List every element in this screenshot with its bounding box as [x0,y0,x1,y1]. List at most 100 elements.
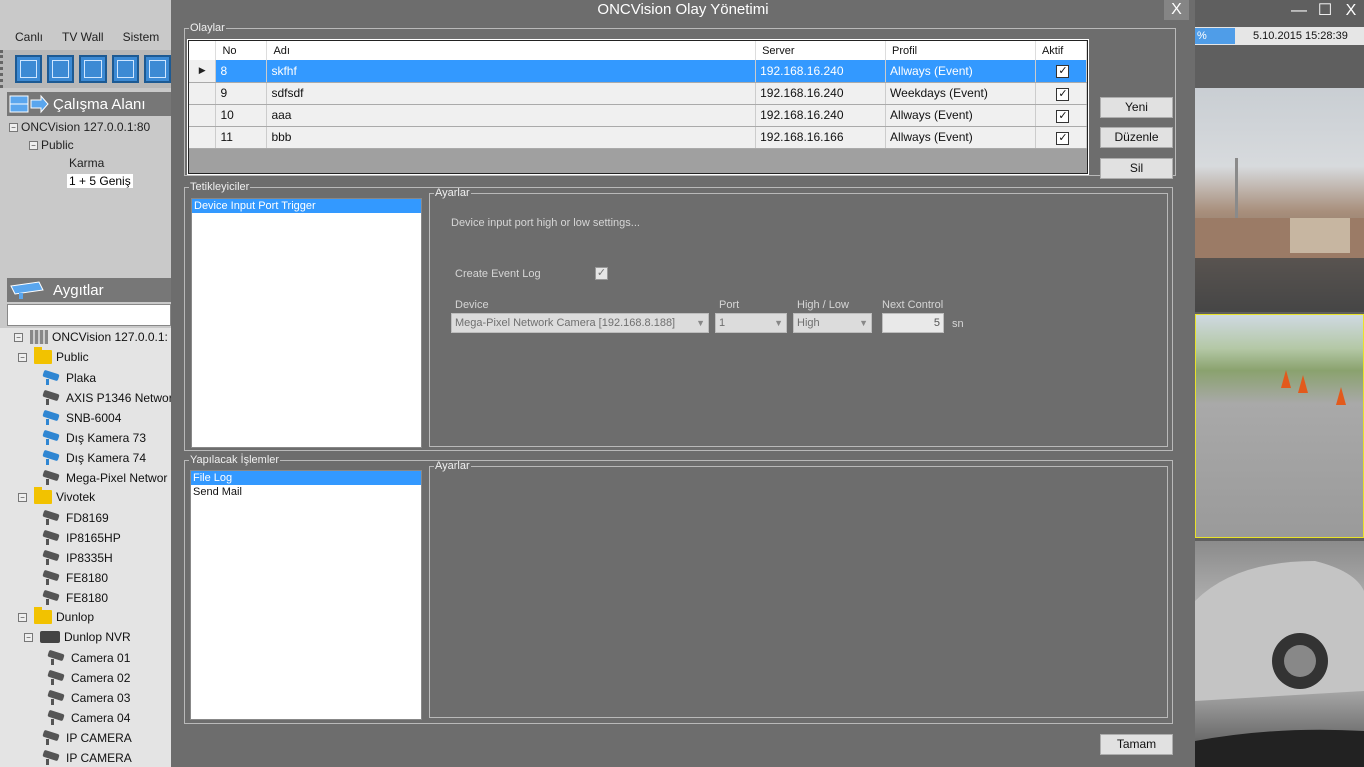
active-checkbox[interactable]: ✓ [1056,65,1070,79]
camera-view-1[interactable] [1195,88,1364,312]
cell-profile: Weekdays (Event) [885,82,1036,105]
tree-item-root[interactable]: − ONCVision 127.0.0.1:80 [9,120,150,134]
device-search-input[interactable] [7,304,171,326]
close-button[interactable]: X [1338,0,1364,24]
tree-item-public[interactable]: − Public [29,138,74,152]
ok-button[interactable]: Tamam [1100,734,1173,755]
tree-item-genis[interactable]: 1 + 5 Geniş [67,174,133,188]
maximize-button[interactable]: ☐ [1312,0,1338,24]
port-select[interactable]: 1 ▼ [715,313,787,333]
cell-name: aaa [266,104,757,127]
device-item[interactable]: FD8169 [40,509,109,526]
col-profile[interactable]: Profil [885,41,1036,60]
layout-3x3-icon[interactable] [79,55,107,83]
device-item[interactable]: Plaka [40,369,96,386]
table-row[interactable]: 11 bbb 192.168.16.166 Allways (Event) ✓ [189,126,1088,149]
device-item[interactable]: IP CAMERA [40,749,132,766]
col-no[interactable]: No [215,41,268,60]
status-timestamp: 5.10.2015 15:28:39 [1253,30,1348,42]
camera-view-3[interactable] [1195,541,1364,767]
create-event-log-checkbox[interactable]: ✓ [595,267,608,280]
active-checkbox[interactable]: ✓ [1056,87,1070,101]
folder-icon [34,487,52,504]
camera-icon [45,709,67,726]
device-group-dunlop[interactable]: − Dunlop [18,607,94,624]
events-grid[interactable]: No Adı Server Profil Aktif ▶ 8 skfhf 192… [188,40,1088,174]
device-group-public[interactable]: − Public [18,347,89,364]
col-server[interactable]: Server [755,41,887,60]
new-button[interactable]: Yeni [1100,97,1173,118]
active-checkbox[interactable]: ✓ [1056,131,1070,145]
device-root[interactable]: − ONCVision 127.0.0.1: [14,330,168,344]
table-row[interactable]: ▶ 8 skfhf 192.168.16.240 Allways (Event)… [189,60,1088,83]
edit-button[interactable]: Düzenle [1100,127,1173,148]
layout-2x2-icon[interactable] [47,55,75,83]
device-tree: − ONCVision 127.0.0.1: − Public Plaka AXIS… [0,328,171,767]
device-group-vivotek[interactable]: − Vivotek [18,487,95,504]
dialog-close-button[interactable]: X [1164,0,1189,20]
minimize-button[interactable]: — [1286,0,1312,24]
triggers-group: Tetikleyiciler Device Input Port Trigger… [184,181,1173,451]
row-header [189,82,217,105]
menu-canli[interactable]: Canlı [15,25,43,47]
chevron-down-icon: ▼ [696,318,705,328]
next-control-input[interactable]: 5 [882,313,944,333]
next-control-label: Next Control [882,299,944,311]
layout-1x1-icon[interactable] [15,55,43,83]
highlow-select[interactable]: High ▼ [793,313,872,333]
table-row[interactable]: 10 aaa 192.168.16.240 Allways (Event) ✓ [189,104,1088,127]
events-legend: Olaylar [190,22,225,34]
device-item[interactable]: IP8165HP [40,529,121,546]
device-item[interactable]: Camera 02 [45,669,130,686]
device-nvr[interactable]: − Dunlop NVR [24,630,131,644]
col-name[interactable]: Adı [266,41,757,60]
camera-view-2[interactable] [1195,314,1364,538]
list-item[interactable]: File Log [191,471,421,485]
collapse-icon[interactable]: − [29,141,38,151]
cell-name: skfhf [266,60,757,83]
device-item[interactable]: SNB-6004 [40,409,121,426]
device-item[interactable]: Camera 01 [45,649,130,666]
tree-item-karma[interactable]: Karma [69,156,104,170]
device-item[interactable]: Camera 03 [45,689,130,706]
table-row[interactable]: 9 sdfsdf 192.168.16.240 Weekdays (Event)… [189,82,1088,105]
col-active[interactable]: Aktif [1035,41,1088,60]
device-item[interactable]: FE8180 [40,589,108,606]
collapse-icon[interactable]: − [18,612,27,622]
list-item[interactable]: Send Mail [191,485,421,499]
device-item[interactable]: AXIS P1346 Networ [40,389,171,406]
create-event-log-label: Create Event Log [455,268,541,280]
device-item[interactable]: FE8180 [40,569,108,586]
collapse-icon[interactable]: − [9,123,18,133]
collapse-icon[interactable]: − [14,332,23,342]
device-item[interactable]: Camera 04 [45,709,130,726]
menu-tv-wall[interactable]: TV Wall [62,25,104,47]
collapse-icon[interactable]: − [18,352,27,362]
device-select[interactable]: Mega-Pixel Network Camera [192.168.8.188… [451,313,709,333]
triggers-list[interactable]: Device Input Port Trigger [191,198,422,448]
menu-sistem[interactable]: Sistem [123,25,160,47]
camera-icon [40,449,62,466]
actions-list[interactable]: File Log Send Mail [190,470,422,720]
collapse-icon[interactable]: − [24,632,33,642]
device-item[interactable]: Mega-Pixel Networ [40,469,167,486]
window-controls: — ☐ X [1286,0,1364,24]
camera-icon [40,549,62,566]
layout-5x5-icon[interactable] [143,55,171,83]
device-item[interactable]: IP8335H [40,549,113,566]
camera-icon [40,389,62,406]
collapse-icon[interactable]: − [18,492,27,502]
delete-button[interactable]: Sil [1100,158,1173,179]
camera-icon [40,429,62,446]
row-header-col [189,41,217,60]
camera-icon [45,689,67,706]
device-item[interactable]: Dış Kamera 74 [40,449,146,466]
active-checkbox[interactable]: ✓ [1056,109,1070,123]
devices-title: Aygıtlar [53,281,104,299]
camera-icon [40,369,62,386]
device-item[interactable]: IP CAMERA [40,729,132,746]
list-item[interactable]: Device Input Port Trigger [192,199,421,213]
layout-toolbar [0,50,171,88]
device-item[interactable]: Dış Kamera 73 [40,429,146,446]
layout-4x4-icon[interactable] [111,55,139,83]
